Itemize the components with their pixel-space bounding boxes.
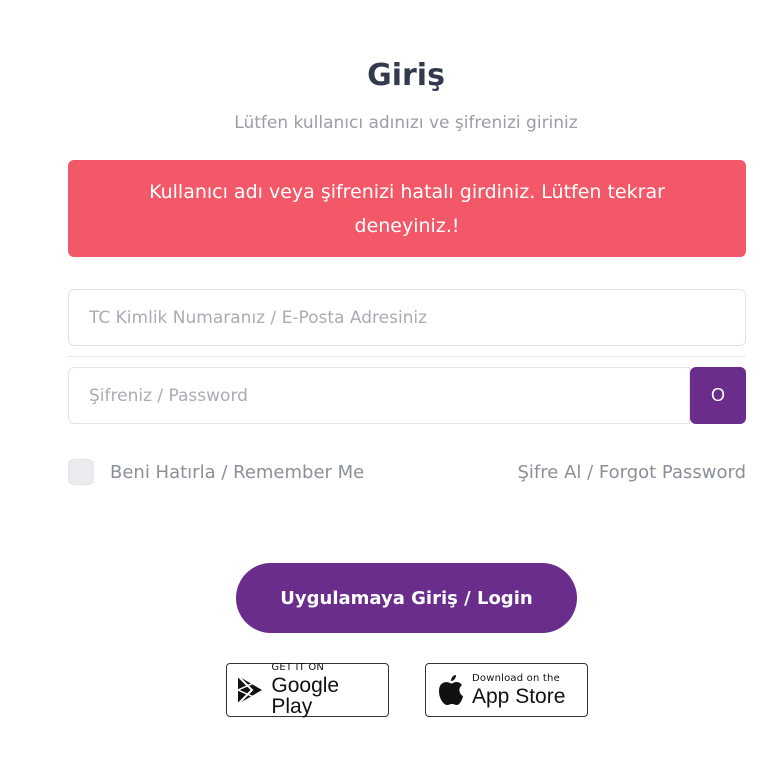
forgot-password-link[interactable]: Şifre Al / Forgot Password: [518, 462, 747, 483]
app-store-big-text: App Store: [472, 684, 566, 708]
app-store-badge[interactable]: Download on the App Store: [425, 663, 588, 717]
login-button[interactable]: Uygulamaya Giriş / Login: [236, 563, 577, 633]
google-play-icon: [235, 673, 265, 707]
show-password-button[interactable]: O: [690, 367, 746, 424]
remember-label: Beni Hatırla / Remember Me: [110, 461, 365, 483]
username-input[interactable]: [68, 289, 746, 346]
page-title: Giriş: [367, 58, 445, 93]
google-play-small-text: GET IT ON: [271, 662, 325, 673]
remember-me[interactable]: Beni Hatırla / Remember Me: [68, 459, 364, 485]
form-divider: [68, 356, 746, 357]
page-subtitle: Lütfen kullanıcı adınızı ve şifrenizi gi…: [234, 113, 578, 133]
app-store-small-text: Download on the: [472, 672, 560, 684]
apple-icon: [434, 673, 466, 707]
google-play-big-text: Google Play: [271, 674, 340, 718]
password-input[interactable]: [68, 367, 690, 424]
google-play-badge[interactable]: GET IT ON Google Play: [226, 663, 389, 717]
show-password-label: O: [710, 385, 725, 405]
remember-checkbox[interactable]: [68, 459, 94, 485]
error-alert: Kullanıcı adı veya şifrenizi hatalı gird…: [68, 160, 746, 257]
